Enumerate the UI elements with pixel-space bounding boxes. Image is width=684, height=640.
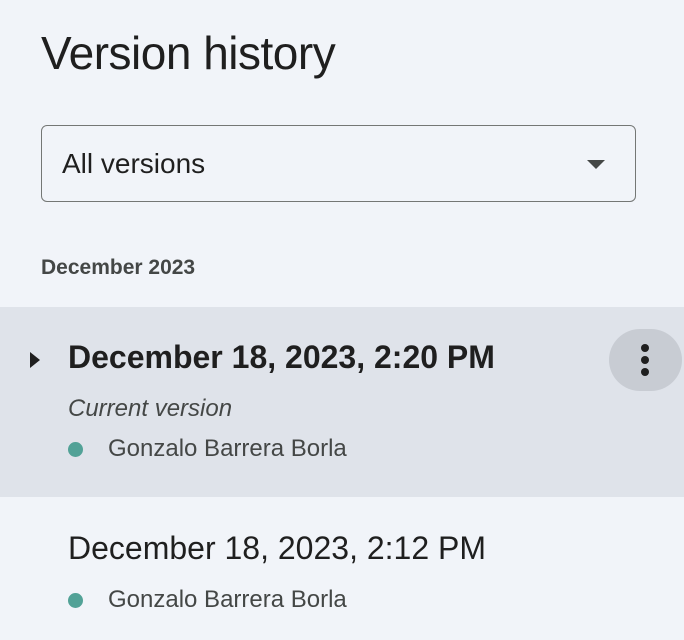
more-vert-icon: [641, 344, 649, 376]
author-color-dot: [68, 592, 83, 608]
version-item-current[interactable]: December 18, 2023, 2:20 PM Current versi…: [0, 307, 684, 497]
more-actions-button[interactable]: [609, 329, 682, 391]
version-author: Gonzalo Barrera Borla: [68, 586, 347, 614]
version-filter-dropdown[interactable]: All versions: [41, 125, 636, 202]
panel-title: Version history: [41, 27, 336, 79]
filter-selected-value: All versions: [62, 148, 206, 179]
author-name: Gonzalo Barrera Borla: [108, 435, 347, 462]
expand-triangle-icon[interactable]: [30, 352, 40, 368]
month-group-label: December 2023: [41, 256, 196, 279]
version-item[interactable]: December 18, 2023, 2:12 PM Gonzalo Barre…: [0, 512, 684, 640]
version-date: December 18, 2023, 2:12 PM: [68, 530, 487, 566]
version-author: Gonzalo Barrera Borla: [68, 435, 347, 463]
author-color-dot: [68, 441, 83, 457]
current-version-label: Current version: [68, 395, 233, 422]
version-date: December 18, 2023, 2:20 PM: [68, 339, 495, 375]
caret-down-icon: [587, 160, 605, 169]
author-name: Gonzalo Barrera Borla: [108, 586, 347, 613]
